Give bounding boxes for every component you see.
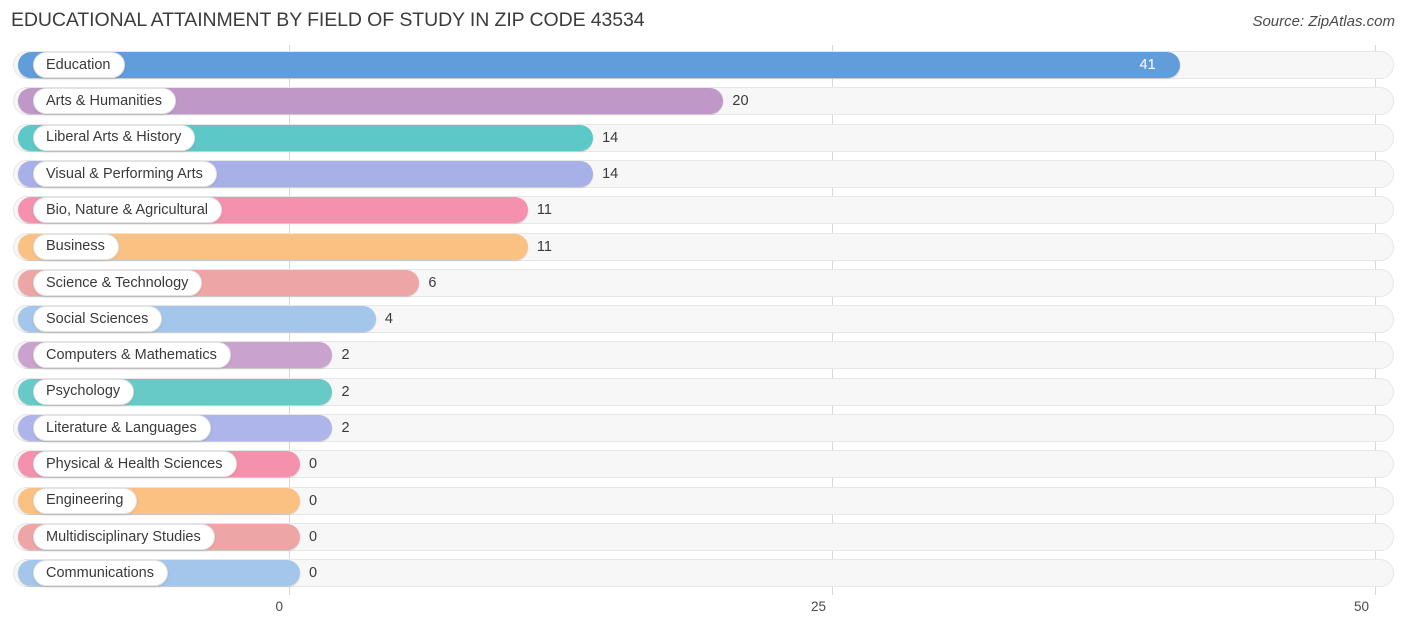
x-axis-tick-label: 0: [275, 599, 283, 614]
bar-category-label: Engineering: [46, 492, 124, 509]
table-row[interactable]: Education 41: [0, 49, 1406, 81]
bar-value-label: 0: [309, 528, 318, 545]
bar-label-pill: Physical & Health Sciences: [33, 451, 237, 478]
table-row[interactable]: Multidisciplinary Studies 0: [0, 521, 1406, 553]
bar-value-label: 20: [732, 93, 749, 110]
bar-category-label: Science & Technology: [46, 274, 189, 291]
bar-label-pill: Literature & Languages: [33, 415, 211, 441]
bar-value-label: 0: [309, 565, 318, 582]
bar-label-pill: Bio, Nature & Agricultural: [33, 197, 222, 224]
bar-value-label: 4: [384, 311, 393, 328]
bar-value-label: 11: [536, 238, 552, 255]
bar-category-label: Physical & Health Sciences: [46, 456, 223, 473]
table-row[interactable]: Liberal Arts & History 14: [0, 122, 1406, 154]
bar-value-label: 0: [309, 456, 318, 473]
table-row[interactable]: Literature & Languages 2: [0, 412, 1406, 444]
table-row[interactable]: Visual & Performing Arts 14: [0, 158, 1406, 190]
table-row[interactable]: Business 11: [0, 231, 1406, 263]
x-axis-tick-label: 25: [810, 599, 826, 614]
table-row[interactable]: Social Sciences 4: [0, 303, 1406, 335]
table-row[interactable]: Science & Technology 6: [0, 267, 1406, 299]
bar-value-label: 14: [602, 165, 619, 182]
source-attribution: Source: ZipAtlas.com: [1252, 13, 1395, 30]
x-axis-tick-label: 50: [1353, 599, 1369, 614]
bar-label-pill: Visual & Performing Arts: [33, 160, 217, 187]
bar-value-label: 41: [1139, 57, 1156, 73]
bar-value-label: 6: [428, 274, 437, 291]
chart-header: EDUCATIONAL ATTAINMENT BY FIELD OF STUDY…: [0, 0, 1406, 45]
table-row[interactable]: Bio, Nature & Agricultural 11: [0, 194, 1406, 226]
bar-category-label: Psychology: [46, 383, 121, 400]
bar-category-label: Multidisciplinary Studies: [46, 528, 201, 545]
bar[interactable]: [18, 52, 1180, 78]
bar-category-label: Computers & Mathematics: [46, 347, 217, 364]
bar-value-label: 0: [309, 492, 318, 509]
bar-label-pill: Science & Technology: [33, 269, 203, 296]
bar-label-pill: Education: [33, 52, 125, 78]
bar-value-label: 2: [341, 420, 350, 436]
table-row[interactable]: Physical & Health Sciences 0: [0, 448, 1406, 480]
bar-label-pill: Psychology: [33, 378, 135, 405]
bar-category-label: Literature & Languages: [46, 419, 197, 436]
bar-category-label: Communications: [46, 564, 154, 581]
table-row[interactable]: Computers & Mathematics 2: [0, 339, 1406, 371]
bar-label-pill: Engineering: [33, 487, 138, 514]
bar-category-label: Visual & Performing Arts: [46, 165, 203, 182]
page-title: EDUCATIONAL ATTAINMENT BY FIELD OF STUDY…: [11, 9, 645, 31]
bar-category-label: Liberal Arts & History: [46, 129, 182, 146]
x-axis: 0 25 50: [0, 595, 1406, 631]
bar-category-label: Education: [46, 56, 111, 73]
bar-category-label: Bio, Nature & Agricultural: [46, 201, 208, 218]
bar-label-pill: Business: [33, 233, 119, 260]
bar-category-label: Social Sciences: [46, 310, 149, 327]
bar-label-pill: Communications: [33, 560, 168, 587]
bar-label-pill: Liberal Arts & History: [33, 124, 196, 151]
bar-category-label: Business: [46, 238, 105, 255]
bar-label-pill: Arts & Humanities: [33, 88, 177, 115]
bar-value-label: 2: [341, 347, 350, 364]
bar-value-label: 2: [341, 383, 350, 400]
table-row[interactable]: Arts & Humanities 20: [0, 85, 1406, 117]
table-row[interactable]: Psychology 2: [0, 376, 1406, 408]
chart-plot-area: Education 41 Arts & Humanities 20 Liberal Ar…: [0, 45, 1406, 595]
bar-label-pill: Computers & Mathematics: [33, 342, 231, 369]
table-row[interactable]: Engineering 0: [0, 485, 1406, 517]
bar-category-label: Arts & Humanities: [46, 93, 163, 110]
bar-label-pill: Multidisciplinary Studies: [33, 523, 215, 550]
bar-value-label: 14: [602, 129, 619, 146]
bar-value-label: 11: [536, 202, 552, 219]
table-row[interactable]: Communications 0: [0, 557, 1406, 589]
bar-label-pill: Social Sciences: [33, 306, 163, 333]
